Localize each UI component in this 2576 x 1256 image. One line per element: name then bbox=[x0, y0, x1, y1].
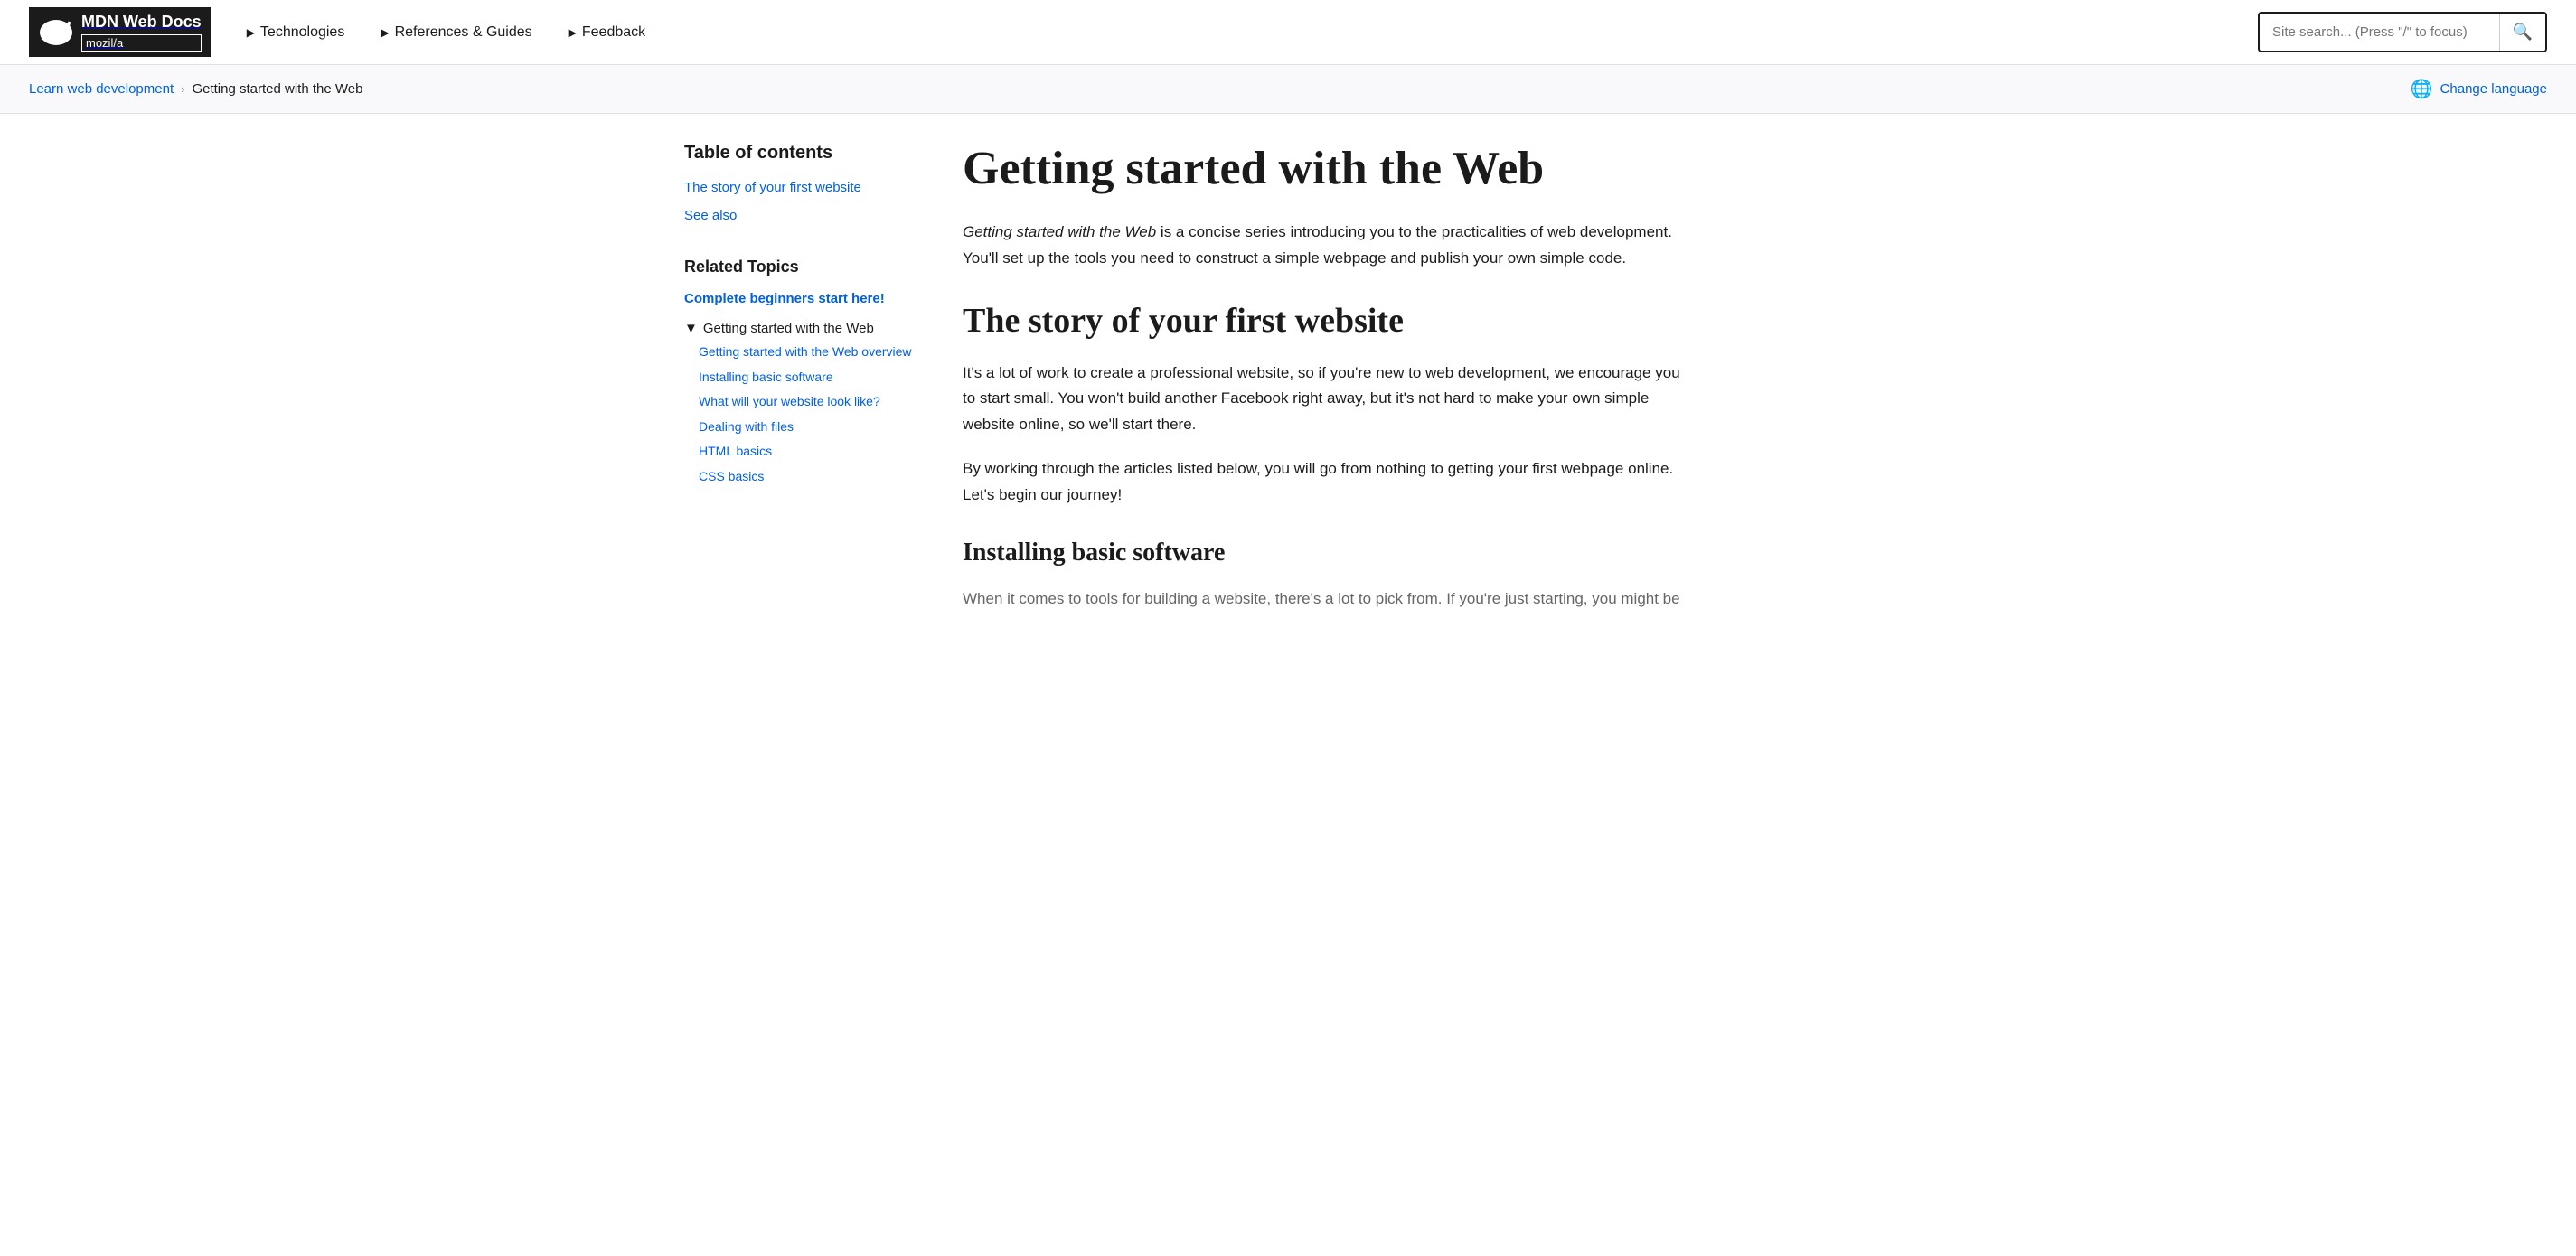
toc-link-see-also[interactable]: See also bbox=[684, 206, 919, 225]
page-title: Getting started with the Web bbox=[963, 143, 1686, 194]
change-language-label: Change language bbox=[2440, 81, 2547, 97]
related-section-label: Getting started with the Web bbox=[703, 321, 874, 336]
nav-technologies[interactable]: ▶ Technologies bbox=[247, 24, 345, 41]
main-nav: ▶ Technologies ▶ References & Guides ▶ F… bbox=[247, 24, 2222, 41]
breadcrumb: Learn web development › Getting started … bbox=[29, 81, 362, 97]
sub-link-look[interactable]: What will your website look like? bbox=[699, 393, 919, 411]
intro-paragraph: Getting started with the Web is a concis… bbox=[963, 220, 1686, 272]
intro-italic: Getting started with the Web bbox=[963, 223, 1156, 240]
breadcrumb-bar: Learn web development › Getting started … bbox=[0, 65, 2576, 114]
logo-title: MDN Web Docs bbox=[81, 13, 202, 33]
nav-feedback-label: Feedback bbox=[582, 24, 645, 41]
nav-arrow-references: ▶ bbox=[381, 26, 389, 39]
logo-subtitle: mozil/a bbox=[81, 34, 202, 52]
section2-title: Installing basic software bbox=[963, 538, 1686, 568]
sub-link-overview[interactable]: Getting started with the Web overview bbox=[699, 343, 919, 361]
section2-para: When it comes to tools for building a we… bbox=[963, 586, 1686, 613]
main-layout: Table of contents The story of your firs… bbox=[655, 114, 1921, 642]
search-bar: 🔍 bbox=[2258, 12, 2547, 52]
search-input[interactable] bbox=[2260, 15, 2499, 49]
nav-feedback[interactable]: ▶ Feedback bbox=[569, 24, 646, 41]
breadcrumb-parent-link[interactable]: Learn web development bbox=[29, 81, 174, 97]
section1-title: The story of your first website bbox=[963, 301, 1686, 342]
related-section-header[interactable]: ▼ Getting started with the Web bbox=[684, 321, 919, 336]
nav-technologies-label: Technologies bbox=[260, 24, 344, 41]
main-content: Getting started with the Web Getting sta… bbox=[963, 143, 1686, 613]
related-section-arrow: ▼ bbox=[684, 321, 698, 336]
related-sub-links: Getting started with the Web overview In… bbox=[684, 343, 919, 486]
sub-link-installing[interactable]: Installing basic software bbox=[699, 369, 919, 387]
complete-beginners-link[interactable]: Complete beginners start here! bbox=[684, 291, 919, 306]
breadcrumb-current: Getting started with the Web bbox=[192, 81, 362, 97]
sidebar: Table of contents The story of your firs… bbox=[684, 143, 919, 613]
nav-references-label: References & Guides bbox=[395, 24, 532, 41]
sub-link-html[interactable]: HTML basics bbox=[699, 443, 919, 461]
change-language-link[interactable]: 🌐 Change language bbox=[2411, 78, 2547, 100]
logo-text: MDN Web Docs mozil/a bbox=[81, 13, 202, 52]
globe-icon: 🌐 bbox=[2411, 78, 2433, 100]
toc-link-first-website[interactable]: The story of your first website bbox=[684, 178, 919, 197]
toc-title: Table of contents bbox=[684, 143, 919, 164]
related-section: ▼ Getting started with the Web Getting s… bbox=[684, 321, 919, 486]
related-topics-title: Related Topics bbox=[684, 258, 919, 277]
section1-para2: By working through the articles listed b… bbox=[963, 456, 1686, 509]
logo-link[interactable]: MDN Web Docs mozil/a bbox=[29, 7, 211, 57]
section1-para1: It's a lot of work to create a professio… bbox=[963, 361, 1686, 439]
sub-link-css[interactable]: CSS basics bbox=[699, 468, 919, 486]
main-header: MDN Web Docs mozil/a ▶ Technologies ▶ Re… bbox=[0, 0, 2576, 65]
breadcrumb-separator: › bbox=[181, 82, 184, 96]
nav-arrow-feedback: ▶ bbox=[569, 26, 577, 39]
sub-link-files[interactable]: Dealing with files bbox=[699, 418, 919, 436]
nav-references-guides[interactable]: ▶ References & Guides bbox=[381, 24, 531, 41]
search-button[interactable]: 🔍 bbox=[2499, 14, 2545, 51]
nav-arrow-technologies: ▶ bbox=[247, 26, 255, 39]
mdn-logo-icon bbox=[38, 14, 74, 51]
